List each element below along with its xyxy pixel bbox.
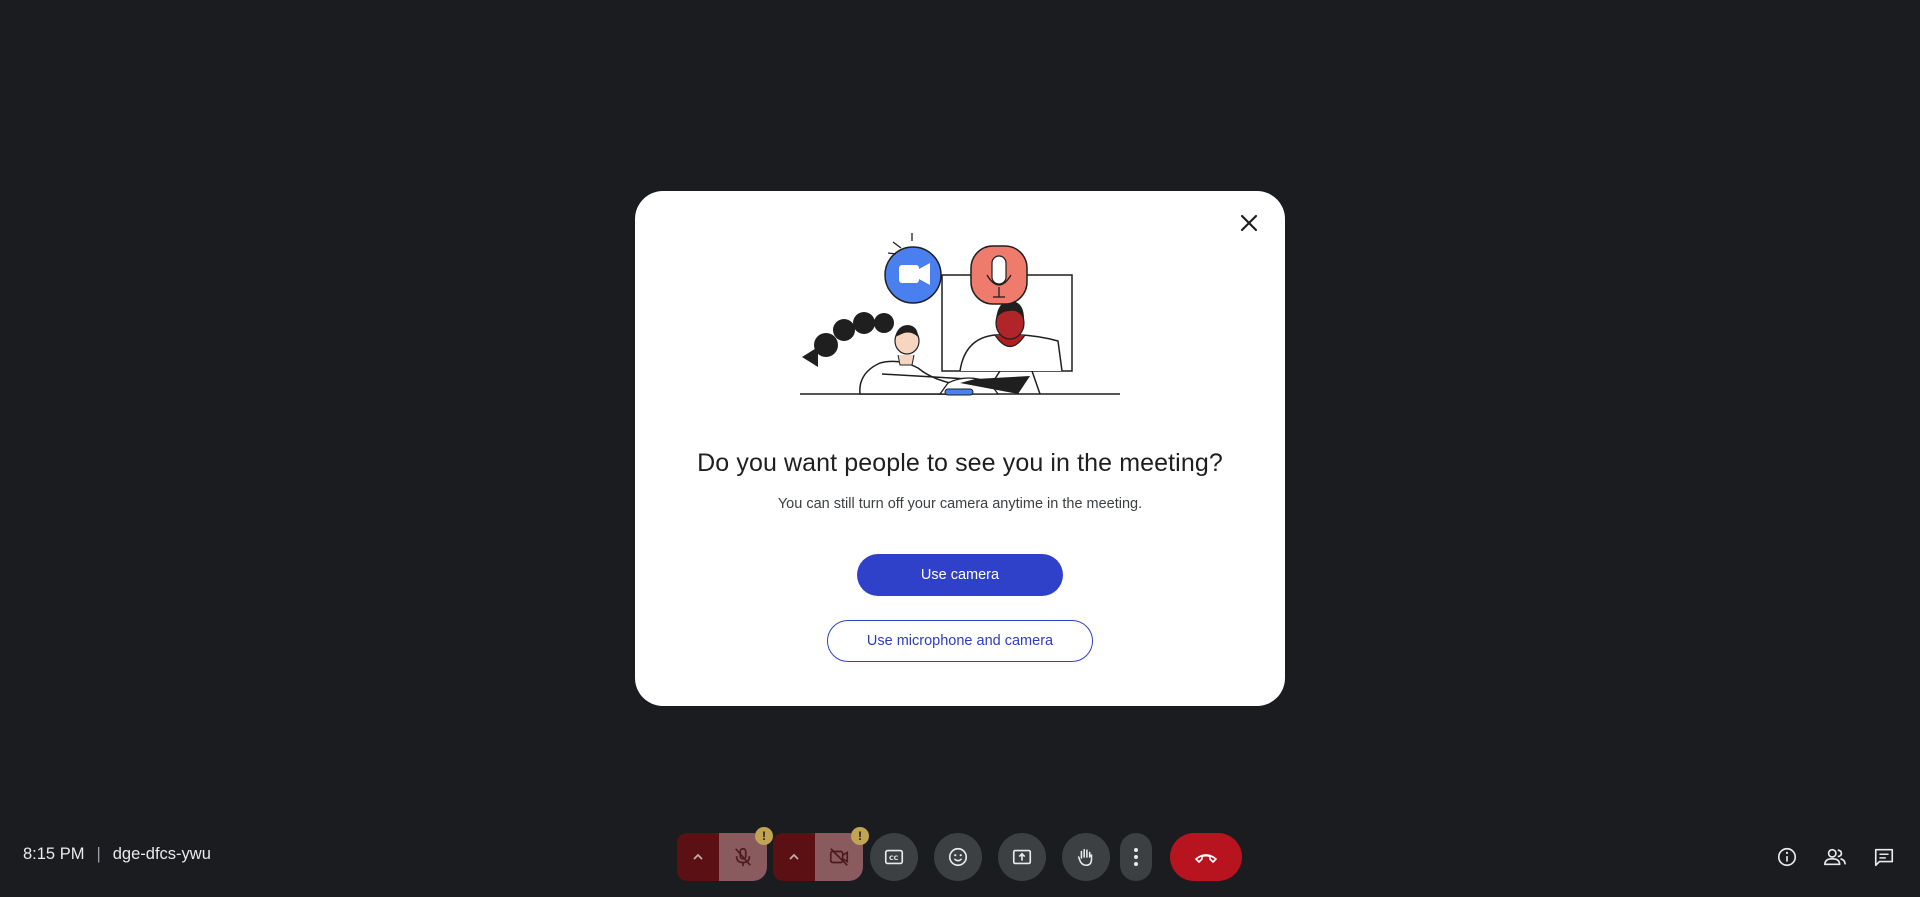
reactions-button[interactable]: [934, 833, 982, 881]
video-options-button[interactable]: [773, 833, 815, 881]
svg-text:CC: CC: [889, 854, 899, 862]
meeting-info: 8:15 PM | dge-dfcs-ywu: [23, 845, 211, 864]
raise-hand-icon: [1077, 848, 1093, 867]
captions-icon: CC: [884, 849, 904, 865]
use-camera-button[interactable]: Use camera: [857, 554, 1063, 596]
audio-options-button[interactable]: [677, 833, 719, 881]
close-button[interactable]: [1231, 205, 1267, 241]
meeting-info-separator: |: [96, 845, 101, 863]
people-button[interactable]: [1818, 840, 1852, 874]
mic-toggle-button[interactable]: !: [719, 827, 773, 881]
meeting-code[interactable]: dge-dfcs-ywu: [113, 845, 211, 864]
side-panel-controls: [1770, 840, 1920, 874]
captions-button[interactable]: CC: [870, 833, 918, 881]
more-vert-icon: [1134, 848, 1138, 866]
present-screen-button[interactable]: [998, 833, 1046, 881]
mic-warning-badge: !: [755, 827, 773, 845]
chat-button[interactable]: [1867, 840, 1901, 874]
raise-hand-button[interactable]: [1062, 833, 1110, 881]
emoji-icon: [948, 847, 968, 867]
use-mic-and-camera-button[interactable]: Use microphone and camera: [827, 620, 1093, 662]
dialog-subtitle: You can still turn off your camera anyti…: [777, 496, 1143, 512]
meeting-details-button[interactable]: [1770, 840, 1804, 874]
meeting-time: 8:15 PM: [23, 845, 85, 863]
camera-warning-badge: !: [851, 827, 869, 845]
leave-call-button[interactable]: [1170, 833, 1242, 881]
close-icon: [1240, 214, 1258, 232]
meeting-illustration: [800, 233, 1120, 396]
end-call-icon: [1195, 854, 1217, 863]
chat-icon: [1874, 848, 1894, 867]
chevron-up-icon: [789, 853, 799, 860]
info-icon: [1777, 847, 1797, 867]
dialog-title: Do you want people to see you in the mee…: [697, 449, 1223, 477]
people-icon: [1824, 848, 1846, 866]
present-icon: [1012, 849, 1032, 865]
permission-dialog: Do you want people to see you in the mee…: [635, 191, 1285, 706]
camera-off-icon: [829, 848, 849, 866]
camera-toggle-button[interactable]: !: [815, 827, 869, 881]
chevron-up-icon: [693, 853, 703, 860]
more-options-button[interactable]: [1120, 833, 1152, 881]
mic-off-icon: [735, 847, 751, 867]
